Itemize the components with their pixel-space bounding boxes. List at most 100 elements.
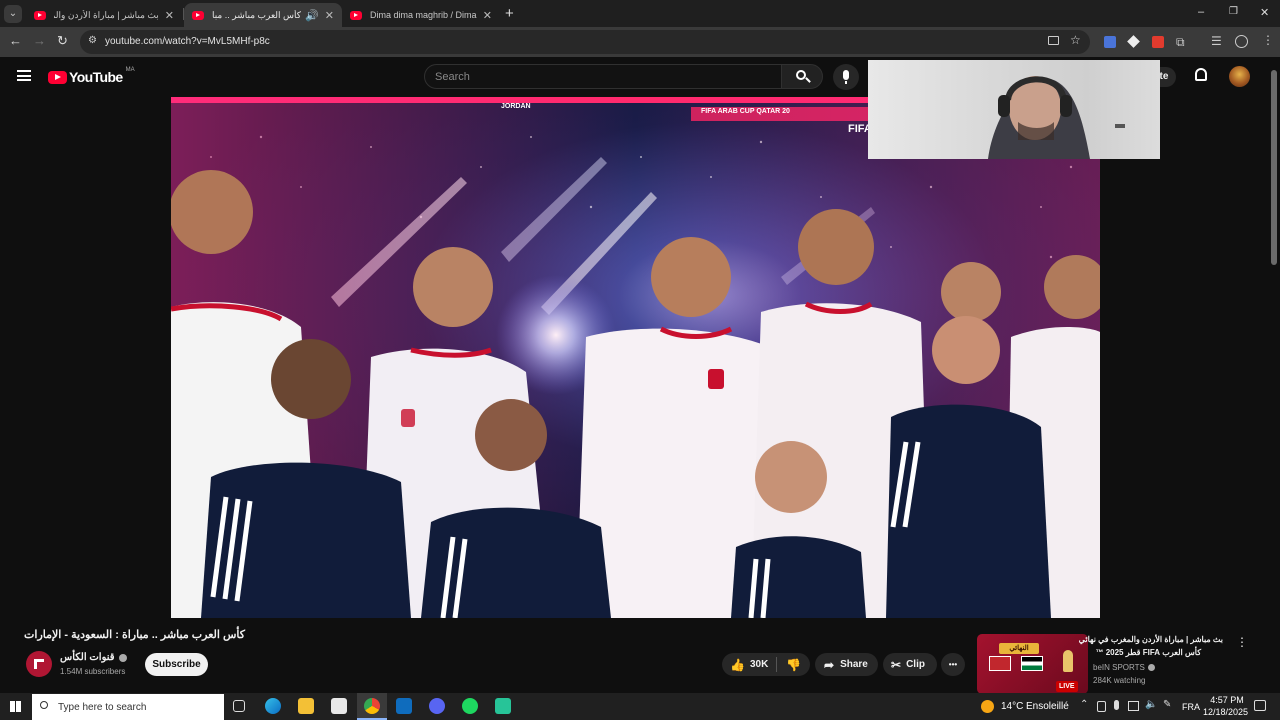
windows-start-icon[interactable] [10, 701, 21, 712]
taskbar-search-icon [40, 701, 48, 709]
search-input[interactable]: Search [435, 71, 470, 83]
share-button[interactable]: ➦ Share [815, 653, 878, 676]
input-language[interactable]: FRA [1182, 702, 1200, 712]
voice-search-button[interactable] [833, 64, 859, 90]
outlook-icon[interactable] [396, 698, 412, 714]
tab-strip: ⌄ بث مباشر | مباراة الأردن والمغرب ✕ كأس… [0, 0, 1280, 27]
channel-avatar[interactable] [26, 651, 52, 677]
game-app-icon[interactable] [495, 698, 511, 714]
new-tab-button[interactable]: + [505, 5, 514, 22]
bookmark-star-icon[interactable]: ☆ [1070, 33, 1081, 47]
store-icon[interactable] [331, 698, 347, 714]
extension-red-icon[interactable] [1152, 36, 1164, 48]
audio-playing-icon[interactable]: 🔊 [305, 9, 319, 22]
verified-check-icon [1147, 664, 1155, 671]
notifications-bell-icon[interactable] [1195, 68, 1207, 81]
tab-title: بث مباشر | مباراة الأردن والمغرب [54, 9, 159, 20]
chrome-active-task[interactable] [357, 693, 387, 720]
extension-diamond-icon[interactable] [1127, 35, 1140, 48]
clip-label: Clip [906, 659, 925, 670]
search-button[interactable] [781, 64, 823, 89]
browser-toolbar: ← → ↻ ⚙ youtube.com/watch?v=MvL5MHf-p8c … [0, 27, 1280, 57]
close-tab-icon[interactable]: ✕ [165, 9, 174, 22]
network-icon[interactable] [1128, 701, 1139, 711]
reading-list-icon[interactable]: ☰ [1211, 34, 1222, 48]
jordan-flag-icon [1021, 656, 1043, 671]
reload-icon[interactable]: ↻ [57, 33, 68, 49]
clock-time[interactable]: 4:57 PM [1208, 695, 1246, 705]
recommended-menu-icon[interactable]: ⋮ [1236, 635, 1248, 649]
clip-button[interactable]: ✂ Clip [883, 653, 937, 676]
edge-browser-icon[interactable] [265, 698, 281, 714]
pen-icon[interactable]: ✎ [1163, 699, 1171, 710]
microphone-tray-icon[interactable] [1114, 700, 1119, 710]
close-window-button[interactable]: ✕ [1260, 6, 1269, 19]
video-player[interactable]: JORDAN FIFA ARAB CUP QATAR 20 FIFA [171, 97, 1100, 618]
cast-icon[interactable] [1048, 36, 1059, 45]
thumbs-down-icon: 👎 [786, 657, 801, 672]
profile-icon[interactable] [1235, 35, 1248, 48]
morocco-flag-icon [989, 656, 1011, 671]
subscribe-button[interactable]: Subscribe [145, 653, 208, 676]
extensions-puzzle-icon[interactable]: ⧉ [1176, 35, 1185, 50]
thumbs-up-icon: 👍 [730, 657, 745, 672]
spotify-icon[interactable] [462, 698, 478, 714]
show-hidden-icons-chevron-icon[interactable]: ⌃ [1080, 699, 1088, 710]
clock-date[interactable]: 12/18/2025 [1203, 707, 1248, 717]
volume-icon[interactable]: 🔈 [1145, 699, 1157, 710]
forward-arrow-icon[interactable]: → [33, 33, 46, 48]
taskbar-search-input[interactable]: Type here to search [58, 702, 146, 713]
verified-check-icon [118, 653, 127, 662]
taskbar-search-box[interactable]: Type here to search [32, 694, 224, 720]
temperature: 14°C [1001, 701, 1024, 712]
file-explorer-icon[interactable] [298, 698, 314, 714]
dislike-button[interactable]: 👎 [777, 658, 801, 672]
chrome-menu-icon[interactable]: ⋮ [1262, 33, 1274, 47]
youtube-favicon-icon [192, 10, 204, 20]
recommended-title-line1[interactable]: بث مباشر | مباراة الأردن والمغرب في نهائ… [1079, 635, 1223, 644]
more-dots-icon: ••• [948, 660, 958, 669]
webcam-frame [988, 76, 1125, 159]
scissors-icon: ✂ [891, 657, 902, 672]
close-tab-icon[interactable]: ✕ [483, 9, 492, 22]
notifications-icon[interactable] [1254, 700, 1266, 711]
youtube-play-logo-icon [48, 70, 67, 84]
tab-search-button[interactable]: ⌄ [4, 5, 22, 23]
weather-sun-icon [981, 700, 994, 713]
search-box[interactable]: Search [424, 64, 782, 89]
team-label-overlay: JORDAN [501, 103, 531, 110]
discord-icon[interactable] [429, 698, 445, 714]
hamburger-menu-icon[interactable] [17, 70, 31, 81]
recommended-channel[interactable]: beIN SPORTS [1093, 663, 1145, 672]
video-title: كأس العرب مباشر .. مباراة : السعودية - ا… [24, 629, 245, 641]
like-button[interactable]: 👍 30K [722, 658, 776, 672]
translate-extension-icon[interactable] [1104, 36, 1116, 48]
like-count: 30K [749, 659, 769, 670]
youtube-favicon-icon [34, 10, 46, 20]
windows-taskbar: Type here to search 14°C Ensoleillé ⌃ 🔈 … [0, 693, 1280, 720]
site-info-icon[interactable]: ⚙ [88, 35, 97, 46]
tab-title: كأس العرب مباشر .. مباراة : الا [212, 9, 302, 20]
minimize-button[interactable]: – [1198, 6, 1204, 18]
avatar[interactable] [1229, 66, 1250, 87]
microphone-icon [843, 70, 849, 80]
task-view-icon[interactable] [233, 700, 245, 712]
restore-button[interactable]: ❐ [1229, 6, 1238, 17]
video-frame [171, 97, 1100, 618]
channel-name[interactable]: قنوات الكأس [60, 652, 115, 663]
tab-jordan-morocco[interactable]: بث مباشر | مباراة الأردن والمغرب ✕ [26, 3, 182, 27]
tray-app-icon[interactable] [1097, 701, 1106, 712]
page-scrollbar[interactable] [1271, 70, 1277, 265]
url-text: youtube.com/watch?v=MvL5MHf-p8c [105, 36, 270, 47]
recommended-thumbnail[interactable]: النهائي LIVE [977, 634, 1088, 694]
address-bar[interactable]: ⚙ youtube.com/watch?v=MvL5MHf-p8c ☆ [80, 30, 1090, 54]
channel-logo-icon [34, 659, 44, 669]
live-label: LIVE [1059, 683, 1075, 690]
close-tab-icon[interactable]: ✕ [325, 9, 334, 22]
tab-arab-cup-live[interactable]: كأس العرب مباشر .. مباراة : الا 🔊 ✕ [184, 3, 342, 27]
tab-dima-maghrib[interactable]: Dima dima maghrib / Dima ma ✕ [342, 3, 500, 27]
more-actions-button[interactable]: ••• [941, 653, 965, 676]
recommended-title-line2[interactable]: كأس العرب FIFA قطر 2025 ™ [1093, 648, 1201, 657]
back-arrow-icon[interactable]: ← [9, 33, 22, 48]
youtube-logo[interactable]: YouTube MA [48, 67, 135, 87]
